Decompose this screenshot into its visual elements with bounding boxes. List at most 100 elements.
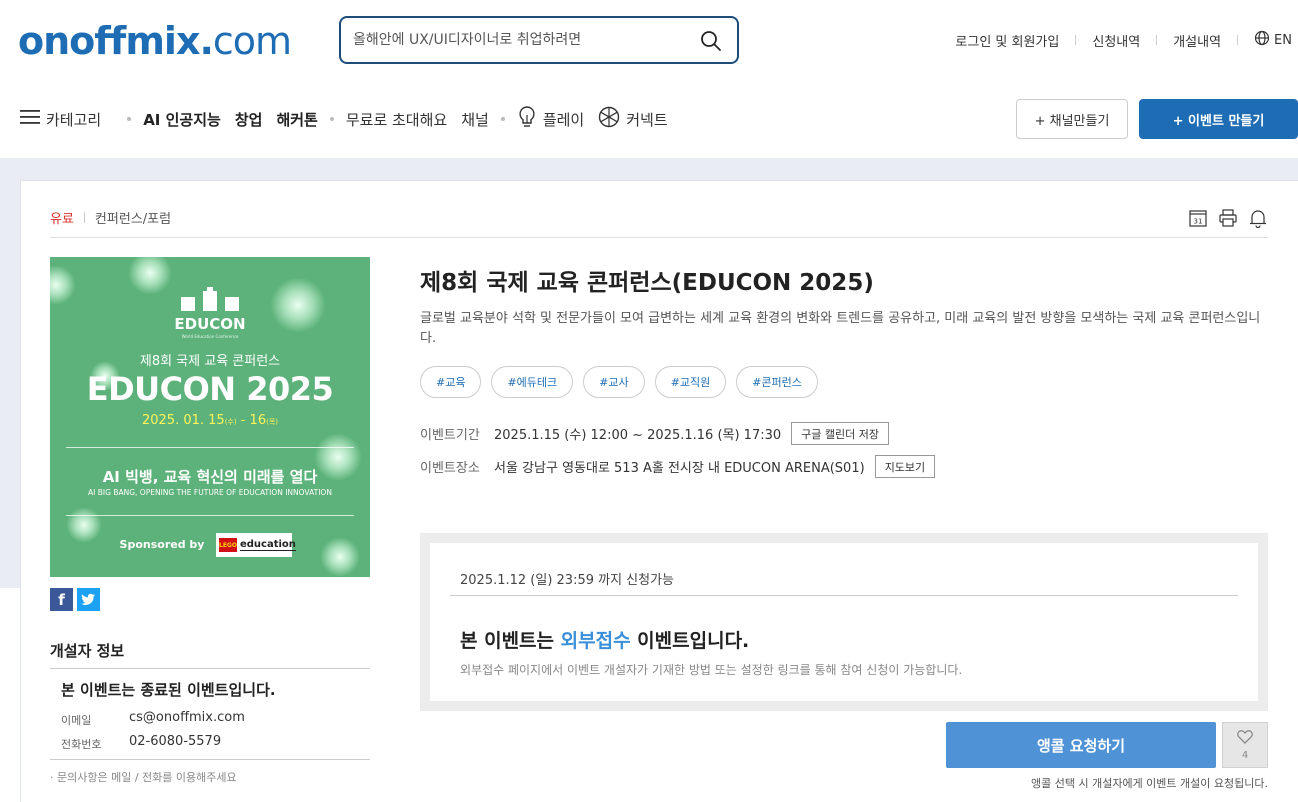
like-button[interactable]: 4 — [1222, 722, 1268, 768]
divider — [50, 668, 370, 669]
nav-ai[interactable]: AI 인공지능 — [143, 109, 221, 130]
nav-free-invite[interactable]: 무료로 초대해요 — [346, 109, 447, 130]
poster-theme-en: AI BIG BANG, OPENING THE FUTURE OF EDUCA… — [88, 488, 332, 497]
poster-date-mid: - 16 — [236, 413, 267, 428]
poster-glow — [320, 537, 360, 577]
encore-note: 앵콜 선택 시 개설자에게 이벤트 개설이 요청됩니다. — [1031, 777, 1268, 790]
registration-title: 본 이벤트는 외부접수 이벤트입니다. — [460, 626, 749, 653]
nav-play[interactable]: 플레이 — [517, 105, 584, 133]
divider — [50, 759, 370, 760]
lego-logo: LEGO — [219, 538, 237, 552]
organizer-note: · 문의사항은 메일 / 전화를 이용해주세요 — [50, 771, 237, 784]
period-label: 이벤트기간 — [420, 428, 480, 443]
poster-date-day2: (목) — [266, 418, 278, 426]
lego-education-logo: LEGO education — [216, 533, 296, 557]
poster-logo-text: EDUCON — [174, 315, 246, 333]
place-label: 이벤트장소 — [420, 461, 480, 476]
make-channel-button[interactable]: + 채널만들기 — [1016, 99, 1128, 139]
registration-description: 외부접수 페이지에서 이벤트 개설자가 기재한 방법 또는 설정한 링크를 통해… — [460, 663, 963, 677]
divider — [50, 237, 1268, 238]
category-menu[interactable]: 카테고리 — [20, 109, 101, 130]
category-link[interactable]: 컨퍼런스/포럼 — [95, 208, 171, 227]
globe-icon — [1254, 30, 1270, 50]
bulb-icon — [517, 105, 537, 133]
category-label: 카테고리 — [46, 110, 102, 129]
main-nav: 카테고리 AI 인공지능 창업 해커톤 무료로 초대해요 채널 플레이 커넥트 — [20, 106, 668, 132]
nav-bullet — [500, 117, 505, 121]
like-count: 4 — [1241, 750, 1249, 761]
phone-label: 전화번호 — [61, 738, 102, 751]
facebook-share-button[interactable]: f — [50, 588, 73, 611]
search-box — [339, 16, 739, 64]
hamburger-icon — [20, 109, 40, 129]
event-period: 2025.1.15 (수) 12:00 ~ 2025.1.16 (목) 17:3… — [494, 428, 782, 443]
sponsor-name: education — [239, 539, 296, 551]
tag-chip[interactable]: #콘퍼런스 — [736, 366, 818, 398]
logo-main: onoffmix — [18, 19, 200, 63]
nav-bullet — [127, 117, 132, 121]
divider — [1237, 35, 1239, 45]
tag-chip[interactable]: #교직원 — [654, 366, 727, 398]
organizer-phone: 02-6080-5579 — [129, 734, 222, 749]
applied-link[interactable]: 신청내역 — [1092, 31, 1140, 50]
divider — [83, 212, 85, 223]
nav-startup[interactable]: 창업 — [235, 109, 263, 130]
calendar-icon[interactable]: 31 — [1188, 208, 1208, 228]
nav-hackathon[interactable]: 해커톤 — [276, 109, 317, 130]
top-links: 로그인 및 회원가입 신청내역 개설내역 EN — [955, 30, 1292, 50]
search-icon[interactable] — [699, 29, 723, 53]
print-icon[interactable] — [1218, 208, 1238, 228]
poster-logo-sub: World Education Conference — [181, 334, 239, 339]
tag-chip[interactable]: #교육 — [420, 366, 482, 398]
encore-request-button[interactable]: 앵콜 요청하기 — [946, 722, 1216, 768]
divider — [1075, 35, 1077, 45]
divider — [450, 595, 1238, 596]
email-label: 이메일 — [61, 714, 92, 727]
logo-com: com — [212, 19, 292, 63]
nav-connect[interactable]: 커넥트 — [598, 106, 668, 132]
registration-box: 2025.1.12 (일) 23:59 까지 신청가능 본 이벤트는 외부접수 … — [420, 533, 1268, 711]
registration-title-pre: 본 이벤트는 — [460, 630, 561, 652]
poster-theme-ko: AI 빅뱅, 교육 혁신의 미래를 열다 — [102, 468, 318, 486]
event-description: 글로벌 교육분야 석학 및 전문가들이 모여 급변하는 세계 교육 환경의 변화… — [420, 311, 1261, 346]
registration-title-highlight: 외부접수 — [560, 630, 631, 652]
educon-logo-icon — [50, 287, 370, 317]
event-place: 서울 강남구 영동대로 513 A홀 전시장 내 EDUCON ARENA(S0… — [494, 461, 865, 476]
tag-chip[interactable]: #에듀테크 — [491, 366, 574, 398]
divider — [1156, 35, 1158, 45]
nav-channel[interactable]: 채널 — [461, 109, 489, 130]
make-event-button[interactable]: + 이벤트 만들기 — [1139, 99, 1298, 139]
play-label: 플레이 — [542, 110, 585, 129]
breadcrumb: 유료 컨퍼런스/포럼 — [50, 208, 171, 227]
event-place-row: 이벤트장소 서울 강남구 영동대로 513 A홀 전시장 내 EDUCON AR… — [420, 455, 936, 478]
connect-label: 커넥트 — [626, 110, 668, 129]
poster-title: EDUCON 2025 — [86, 370, 334, 408]
onoffmix-logo[interactable]: onoffmix.com — [18, 19, 292, 63]
registration-deadline: 2025.1.12 (일) 23:59 까지 신청가능 — [460, 573, 675, 588]
connect-icon — [598, 106, 620, 132]
poster-date-day1: (수) — [224, 418, 237, 426]
tag-chip[interactable]: #교사 — [583, 366, 645, 398]
google-calendar-button[interactable]: 구글 캘린더 저장 — [791, 422, 889, 445]
event-title: 제8회 국제 교육 콘퍼런스(EDUCON 2025) — [420, 270, 874, 296]
language-switch[interactable]: EN — [1254, 30, 1292, 50]
search-input[interactable] — [353, 28, 683, 52]
event-ended-notice: 본 이벤트는 종료된 이벤트입니다. — [61, 681, 276, 699]
opened-link[interactable]: 개설내역 — [1173, 31, 1221, 50]
organizer-email-row: 이메일 cs@onoffmix.com — [61, 710, 245, 728]
tag-list: #교육 #에듀테크 #교사 #교직원 #콘퍼런스 — [420, 366, 818, 398]
bell-icon[interactable] — [1248, 208, 1268, 229]
event-poster: EDUCON World Education Conference 제8회 국제… — [50, 257, 370, 577]
poster-divider — [66, 447, 354, 448]
poster-date: 2025. 01. 15(수) - 16(목) — [50, 413, 370, 428]
poster-subtitle: 제8회 국제 교육 콘퍼런스 — [139, 354, 281, 369]
organizer-email[interactable]: cs@onoffmix.com — [129, 710, 245, 728]
twitter-share-button[interactable] — [77, 588, 100, 611]
language-label: EN — [1274, 32, 1292, 48]
login-link[interactable]: 로그인 및 회원가입 — [955, 31, 1059, 50]
map-view-button[interactable]: 지도보기 — [874, 455, 936, 478]
twitter-bird-icon — [81, 593, 95, 605]
registration-title-post: 이벤트입니다. — [630, 630, 750, 652]
organizer-heading: 개설자 정보 — [50, 642, 125, 660]
event-tools: 31 — [1188, 208, 1268, 229]
